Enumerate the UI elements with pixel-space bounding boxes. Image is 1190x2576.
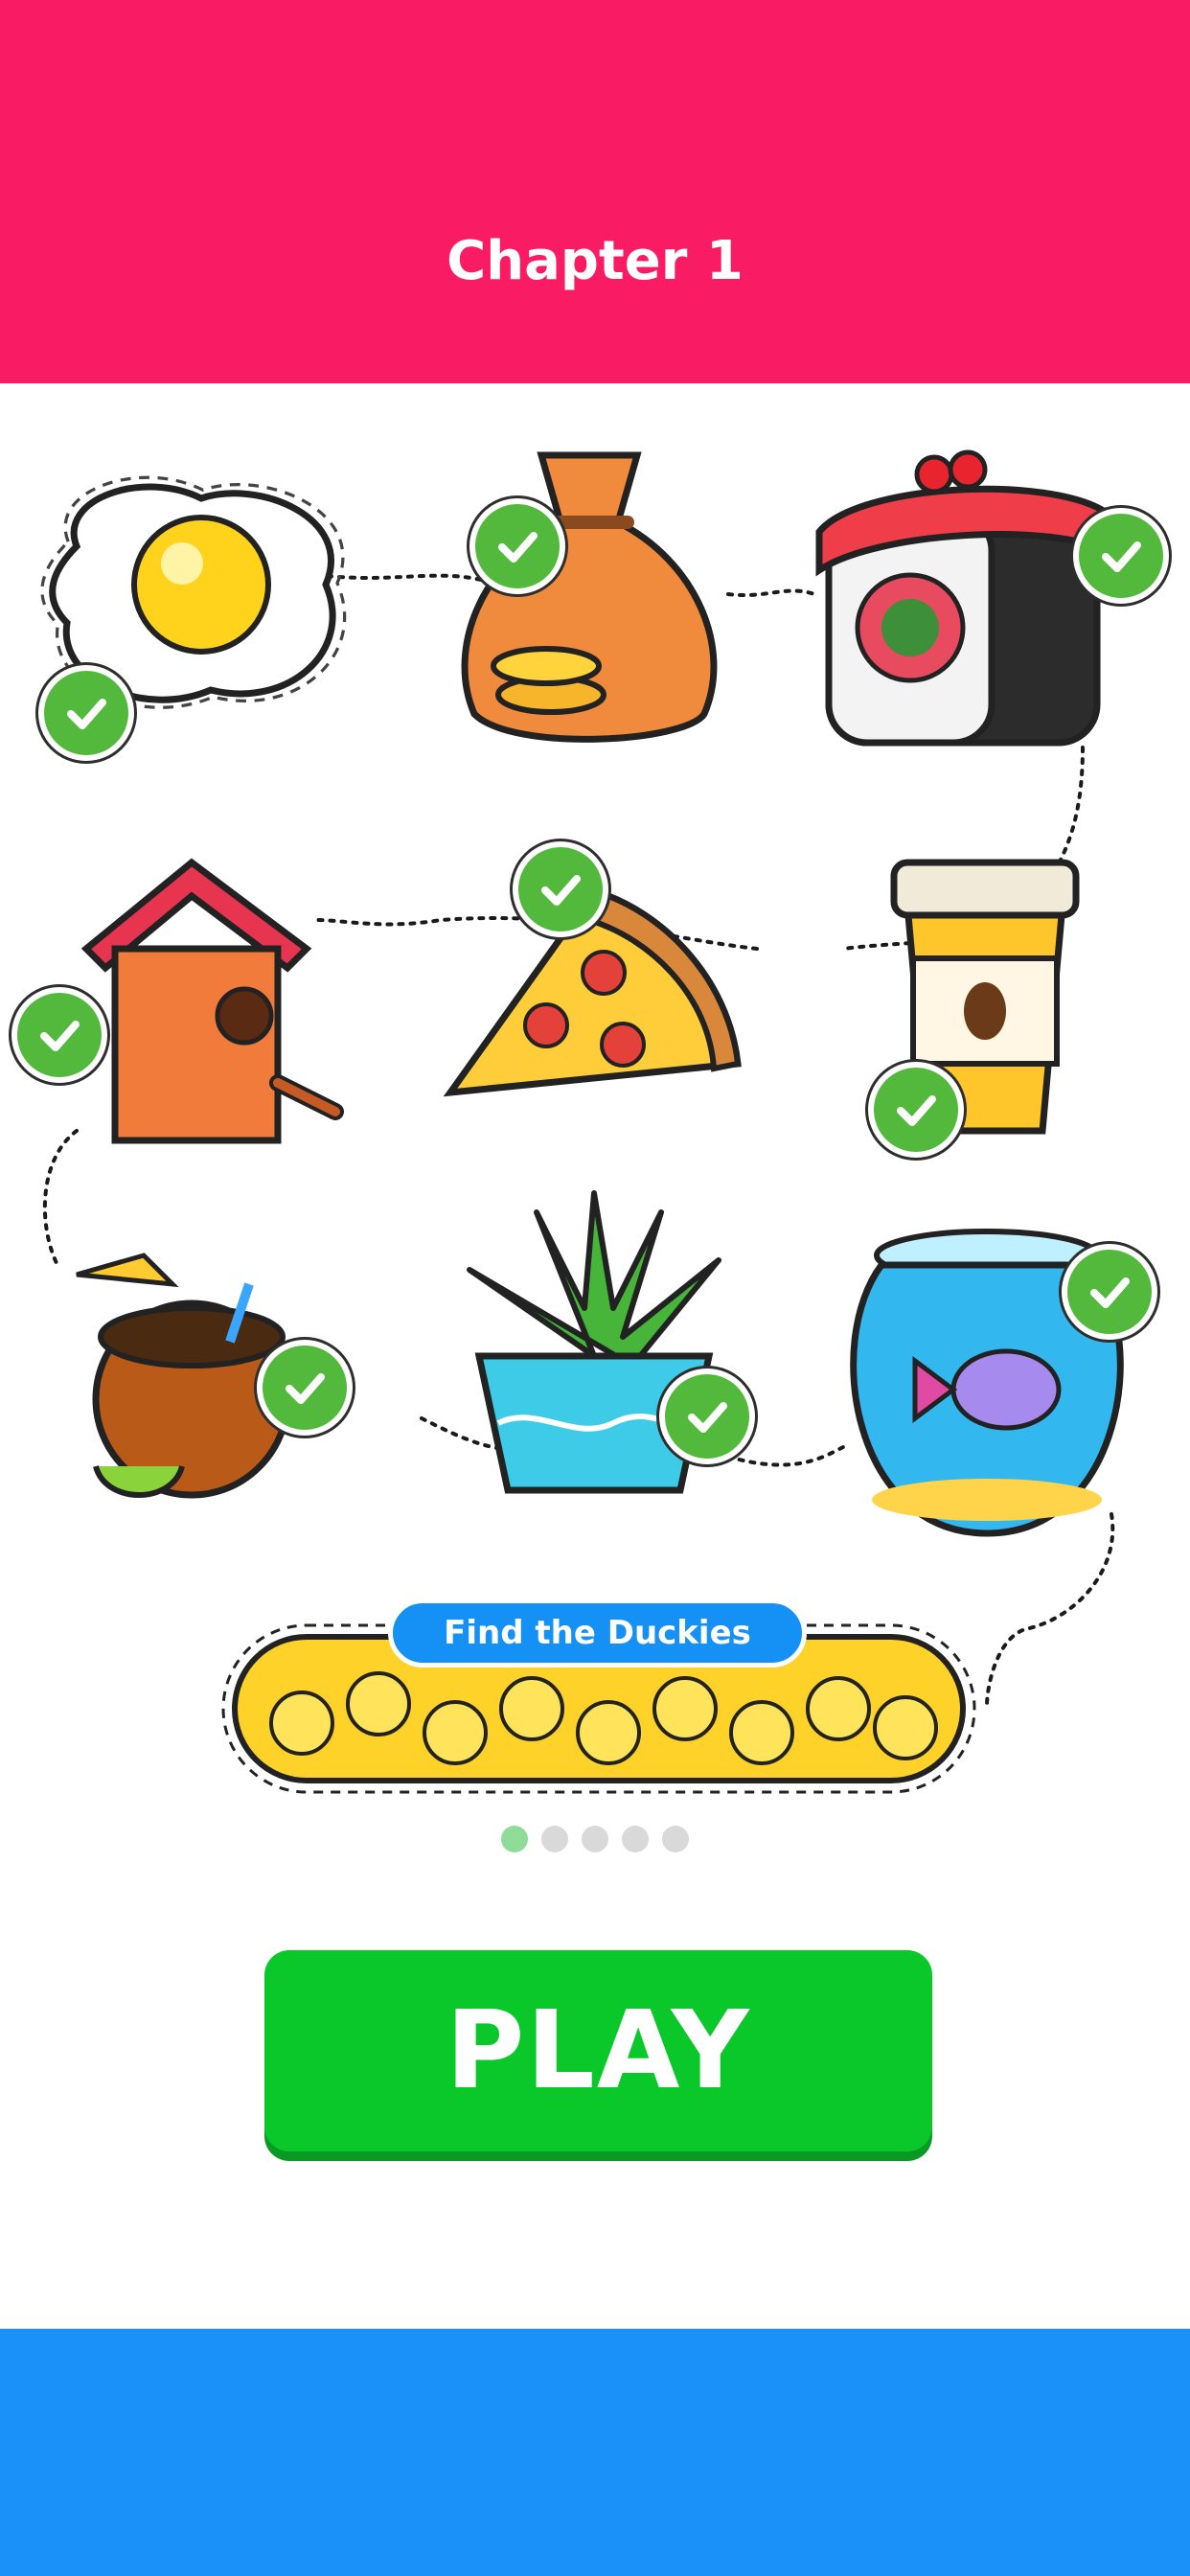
page-dot-3[interactable]	[582, 1826, 608, 1852]
chapter-header: Chapter 1	[0, 0, 1190, 383]
level-coffee-cup-check-icon	[868, 1062, 964, 1158]
page-dot-1[interactable]	[501, 1826, 528, 1852]
page-dot-4[interactable]	[622, 1826, 649, 1852]
level-succulent-plant-check-icon	[659, 1368, 755, 1464]
sushi-roll-icon	[815, 449, 1110, 747]
chapter-pagination	[0, 1826, 1190, 1852]
level-coconut-drink-check-icon	[257, 1340, 353, 1436]
duckies-level-label[interactable]: Find the Duckies	[388, 1598, 807, 1668]
footer-bar	[0, 2329, 1190, 2576]
level-pizza-slice-check-icon	[513, 841, 608, 937]
page-dot-2[interactable]	[541, 1826, 568, 1852]
money-bag-icon	[461, 451, 718, 743]
chapter-title: Chapter 1	[446, 230, 744, 292]
page-dot-5[interactable]	[662, 1826, 689, 1852]
play-button[interactable]: PLAY	[264, 1950, 932, 2151]
level-sushi-roll[interactable]	[800, 446, 1131, 762]
level-money-bag-check-icon	[469, 498, 565, 594]
level-money-bag[interactable]	[446, 436, 733, 752]
level-sushi-roll-check-icon	[1073, 508, 1169, 604]
level-fish-bowl-check-icon	[1062, 1244, 1157, 1340]
level-birdhouse-check-icon	[11, 987, 107, 1083]
level-egg-check-icon	[38, 665, 134, 761]
